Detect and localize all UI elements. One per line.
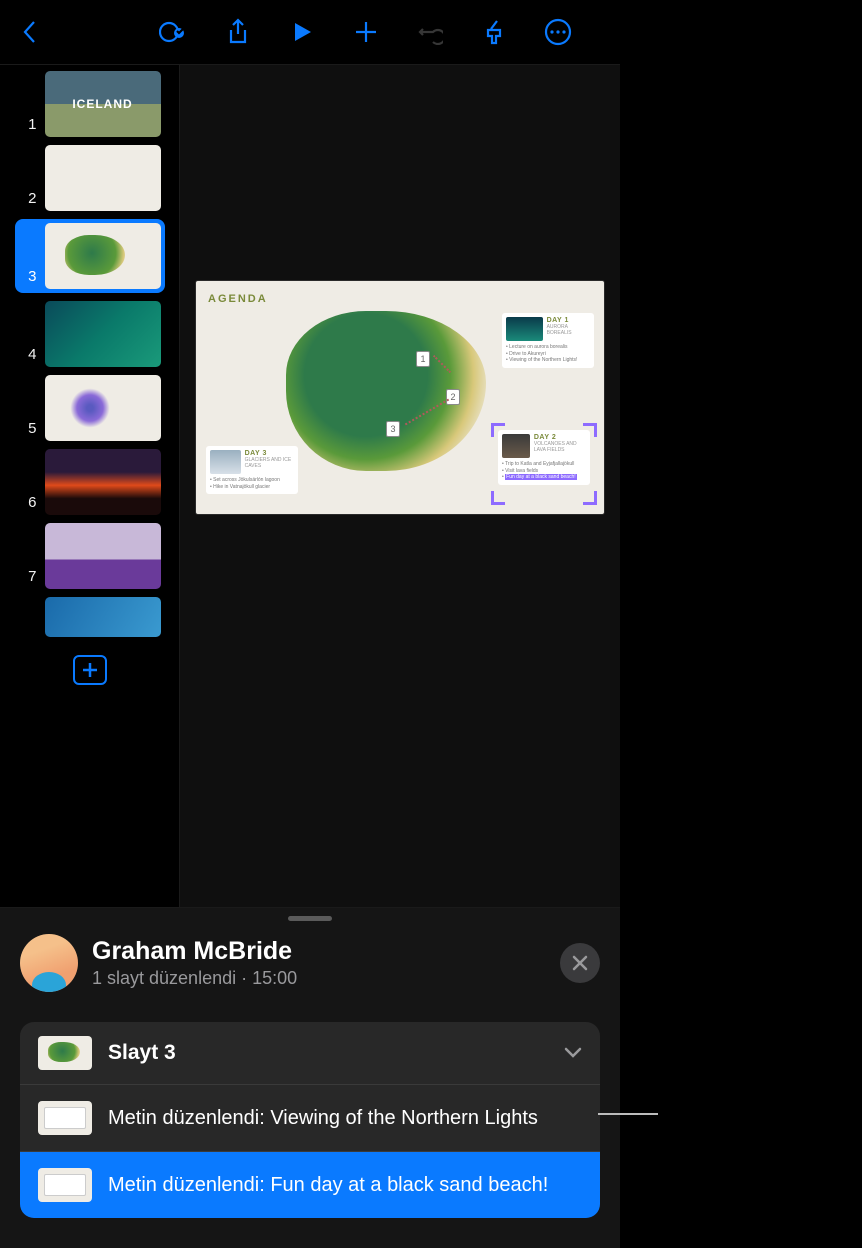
slide-canvas[interactable]: AGENDA 1 2 3 DAY 1 AURORA BOREALIS xyxy=(180,65,620,907)
activity-panel: Graham McBride 1 slayt düzenlendi · 15:0… xyxy=(0,908,620,1248)
share-icon[interactable] xyxy=(222,16,254,48)
map-marker-2[interactable]: 2 xyxy=(446,389,460,405)
editor-split: 1ICELAND 2 3 4 5 6 7 xyxy=(0,65,620,908)
close-button[interactable] xyxy=(560,943,600,983)
day3-card[interactable]: DAY 3 GLACIERS AND ICE CAVES • Set acros… xyxy=(206,446,298,494)
toolbar xyxy=(0,0,620,65)
activity-user-name: Graham McBride xyxy=(92,937,297,966)
activity-summary: 1 slayt düzenlendi · 15:00 xyxy=(92,968,297,989)
thumb-3[interactable]: 3 xyxy=(15,219,165,293)
edit-mini-icon xyxy=(38,1168,92,1202)
map-marker-3[interactable]: 3 xyxy=(386,421,400,437)
thumb-2[interactable]: 2 xyxy=(19,145,161,211)
callout-line xyxy=(598,1113,658,1115)
panel-grabber[interactable] xyxy=(288,916,332,921)
chevron-down-icon xyxy=(564,1043,582,1064)
undo-icon[interactable] xyxy=(414,16,446,48)
map-marker-1[interactable]: 1 xyxy=(416,351,430,367)
back-icon[interactable] xyxy=(14,16,46,48)
activity-edit-row[interactable]: Metin düzenlendi: Viewing of the Norther… xyxy=(20,1085,600,1152)
play-icon[interactable] xyxy=(286,16,318,48)
thumb-5[interactable]: 5 xyxy=(19,375,161,441)
thumb-7[interactable]: 7 xyxy=(19,523,161,589)
thumb-1[interactable]: 1ICELAND xyxy=(19,71,161,137)
user-avatar xyxy=(20,934,78,992)
day1-card[interactable]: DAY 1 AURORA BOREALIS • Lecture on auror… xyxy=(502,313,594,368)
thumb-6[interactable]: 6 xyxy=(19,449,161,515)
add-slide-button[interactable] xyxy=(73,655,107,685)
edit-mini-icon xyxy=(38,1101,92,1135)
day2-card[interactable]: DAY 2 VOLCANOES AND LAVA FIELDS • Trip t… xyxy=(498,430,590,485)
more-icon[interactable] xyxy=(542,16,574,48)
thumb-8-partial[interactable] xyxy=(19,597,161,637)
activity-section-header[interactable]: Slayt 3 xyxy=(20,1022,600,1085)
slide-title[interactable]: AGENDA xyxy=(208,293,268,305)
activity-edit-row-active[interactable]: Metin düzenlendi: Fun day at a black san… xyxy=(20,1152,600,1218)
slide-navigator: 1ICELAND 2 3 4 5 6 7 xyxy=(0,65,180,907)
collab-icon[interactable] xyxy=(158,16,190,48)
format-brush-icon[interactable] xyxy=(478,16,510,48)
current-slide[interactable]: AGENDA 1 2 3 DAY 1 AURORA BOREALIS xyxy=(195,280,605,515)
add-icon[interactable] xyxy=(350,16,382,48)
activity-list: Slayt 3 Metin düzenlendi: Viewing of the… xyxy=(20,1022,600,1218)
thumb-4[interactable]: 4 xyxy=(19,301,161,367)
slide-mini-icon xyxy=(38,1036,92,1070)
